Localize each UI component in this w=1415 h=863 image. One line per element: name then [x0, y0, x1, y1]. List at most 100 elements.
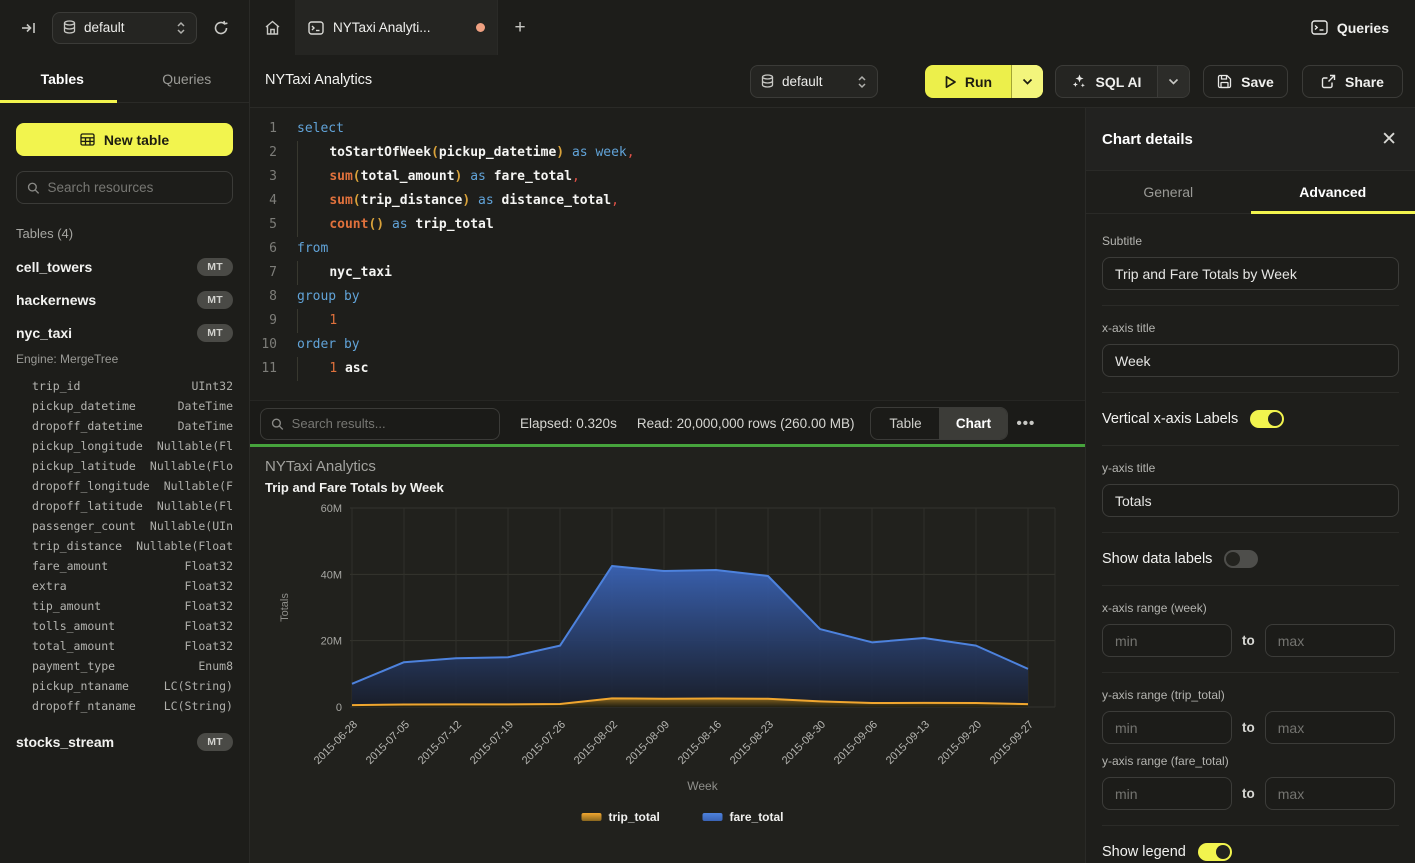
new-table-button[interactable]: New table — [16, 123, 233, 156]
y-axis-range-fare-min[interactable] — [1102, 777, 1232, 810]
show-data-labels-label: Show data labels — [1102, 551, 1212, 567]
table-item-nyc-taxi[interactable]: nyc_taxi MT — [16, 321, 233, 345]
view-toggle-chart[interactable]: Chart — [939, 408, 1007, 439]
x-axis-range-min[interactable] — [1102, 624, 1232, 657]
share-button[interactable]: Share — [1302, 65, 1403, 98]
chart-details-body: Subtitle x-axis title Vertical x-axis La… — [1086, 214, 1415, 863]
column-row[interactable]: pickup_ntanameLC(String) — [16, 676, 233, 696]
column-row[interactable]: trip_idUInt32 — [16, 376, 233, 396]
column-row[interactable]: fare_amountFloat32 — [16, 556, 233, 576]
svg-text:fare_total: fare_total — [730, 810, 784, 824]
collapse-sidebar-icon[interactable] — [14, 14, 42, 42]
chart-details-panel: Chart details ✕ General Advanced Subtitl… — [1085, 108, 1415, 863]
sidebar-tabs: Tables Queries — [0, 55, 249, 103]
more-options-button[interactable]: ••• — [1016, 415, 1035, 432]
column-row[interactable]: trip_distanceNullable(Float — [16, 536, 233, 556]
y-axis-range-trip-min[interactable] — [1102, 711, 1232, 744]
sql-ai-dropdown-caret[interactable] — [1158, 66, 1189, 97]
tables-section: Tables (4) cell_towers MT hackernews MT … — [0, 204, 249, 754]
svg-text:2015-06-28: 2015-06-28 — [312, 719, 360, 767]
show-legend-toggle[interactable] — [1198, 843, 1232, 861]
tab-general[interactable]: General — [1086, 171, 1251, 213]
svg-text:0: 0 — [336, 702, 342, 714]
column-row[interactable]: total_amountFloat32 — [16, 636, 233, 656]
chevron-updown-icon — [176, 21, 186, 35]
database-selector[interactable]: default — [52, 12, 197, 44]
code-line: 11 1 asc — [250, 357, 1085, 381]
tab-nytaxi-analytics[interactable]: NYTaxi Analyti... — [296, 0, 498, 55]
svg-text:60M: 60M — [321, 503, 342, 515]
close-icon[interactable]: ✕ — [1381, 130, 1397, 149]
view-toggle-table[interactable]: Table — [871, 408, 939, 439]
table-name: hackernews — [16, 292, 96, 308]
toolbar-database-selector[interactable]: default — [750, 65, 878, 98]
play-icon — [944, 75, 957, 89]
save-button[interactable]: Save — [1203, 65, 1288, 98]
sidebar: Tables Queries New table Tables (4) cell… — [0, 55, 250, 863]
run-button-main[interactable]: Run — [925, 65, 1012, 98]
engine-badge: MT — [197, 258, 233, 276]
vertical-x-labels-toggle[interactable] — [1250, 410, 1284, 428]
read-stat: Read: 20,000,000 rows (260.00 MB) — [637, 416, 855, 431]
column-row[interactable]: payment_typeEnum8 — [16, 656, 233, 676]
svg-text:2015-08-02: 2015-08-02 — [572, 719, 620, 767]
svg-text:2015-07-26: 2015-07-26 — [520, 719, 568, 767]
x-axis-range-max[interactable] — [1265, 624, 1395, 657]
divider — [1102, 825, 1399, 826]
topbar-right: Queries — [1311, 0, 1415, 55]
y-axis-range-fare-max[interactable] — [1265, 777, 1395, 810]
query-title: NYTaxi Analytics — [265, 72, 372, 88]
table-item-stocks-stream[interactable]: stocks_stream MT — [16, 730, 233, 754]
results-bar: Elapsed: 0.320s Read: 20,000,000 rows (2… — [250, 400, 1085, 446]
table-item-hackernews[interactable]: hackernews MT — [16, 288, 233, 312]
column-row[interactable]: passenger_countNullable(UIn — [16, 516, 233, 536]
refresh-icon[interactable] — [207, 14, 235, 42]
column-row[interactable]: dropoff_datetimeDateTime — [16, 416, 233, 436]
table-item-cell-towers[interactable]: cell_towers MT — [16, 255, 233, 279]
column-row[interactable]: tolls_amountFloat32 — [16, 616, 233, 636]
resource-search[interactable] — [16, 171, 233, 204]
column-row[interactable]: pickup_datetimeDateTime — [16, 396, 233, 416]
save-label: Save — [1241, 74, 1274, 90]
y-axis-range-trip-max[interactable] — [1265, 711, 1395, 744]
column-row[interactable]: tip_amountFloat32 — [16, 596, 233, 616]
x-axis-title-field[interactable] — [1102, 344, 1399, 377]
svg-text:Totals: Totals — [279, 593, 291, 622]
svg-text:Week: Week — [687, 779, 718, 793]
sql-ai-button[interactable]: SQL AI — [1055, 65, 1190, 98]
new-tab-button[interactable]: + — [498, 0, 542, 55]
y-axis-range-trip-label: y-axis range (trip_total) — [1102, 688, 1399, 702]
run-label: Run — [965, 74, 992, 90]
range-to-label: to — [1242, 720, 1255, 735]
code-line: 9 1 — [250, 309, 1085, 333]
toolbar-database-value: default — [782, 74, 849, 89]
column-row[interactable]: dropoff_latitudeNullable(Fl — [16, 496, 233, 516]
vertical-x-labels-row: Vertical x-axis Labels — [1102, 408, 1399, 430]
y-axis-title-field[interactable] — [1102, 484, 1399, 517]
run-dropdown-caret[interactable] — [1012, 65, 1043, 98]
queries-icon — [1311, 20, 1328, 35]
tab-advanced[interactable]: Advanced — [1251, 171, 1415, 213]
column-row[interactable]: pickup_latitudeNullable(Flo — [16, 456, 233, 476]
column-row[interactable]: dropoff_ntanameLC(String) — [16, 696, 233, 716]
y-axis-title-label: y-axis title — [1102, 461, 1399, 475]
search-icon — [27, 181, 40, 195]
resource-search-input[interactable] — [48, 180, 222, 195]
results-search-input[interactable] — [292, 416, 489, 431]
sql-ai-main[interactable]: SQL AI — [1056, 66, 1158, 97]
svg-text:2015-07-19: 2015-07-19 — [468, 719, 516, 767]
show-data-labels-toggle[interactable] — [1224, 550, 1258, 568]
run-button[interactable]: Run — [925, 65, 1043, 98]
tab-title: NYTaxi Analyti... — [333, 20, 467, 35]
area-chart[interactable]: 020M40M60MTotals2015-06-282015-07-052015… — [250, 447, 1085, 863]
column-row[interactable]: extraFloat32 — [16, 576, 233, 596]
sql-editor[interactable]: 1select2 toStartOfWeek(pickup_datetime) … — [250, 108, 1085, 400]
results-search[interactable] — [260, 408, 500, 440]
queries-button[interactable]: Queries — [1311, 20, 1389, 36]
column-row[interactable]: pickup_longitudeNullable(Fl — [16, 436, 233, 456]
column-row[interactable]: dropoff_longitudeNullable(F — [16, 476, 233, 496]
home-button[interactable] — [250, 0, 296, 55]
sidebar-tab-queries[interactable]: Queries — [125, 55, 250, 102]
sidebar-tab-tables[interactable]: Tables — [0, 55, 125, 102]
subtitle-field[interactable] — [1102, 257, 1399, 290]
